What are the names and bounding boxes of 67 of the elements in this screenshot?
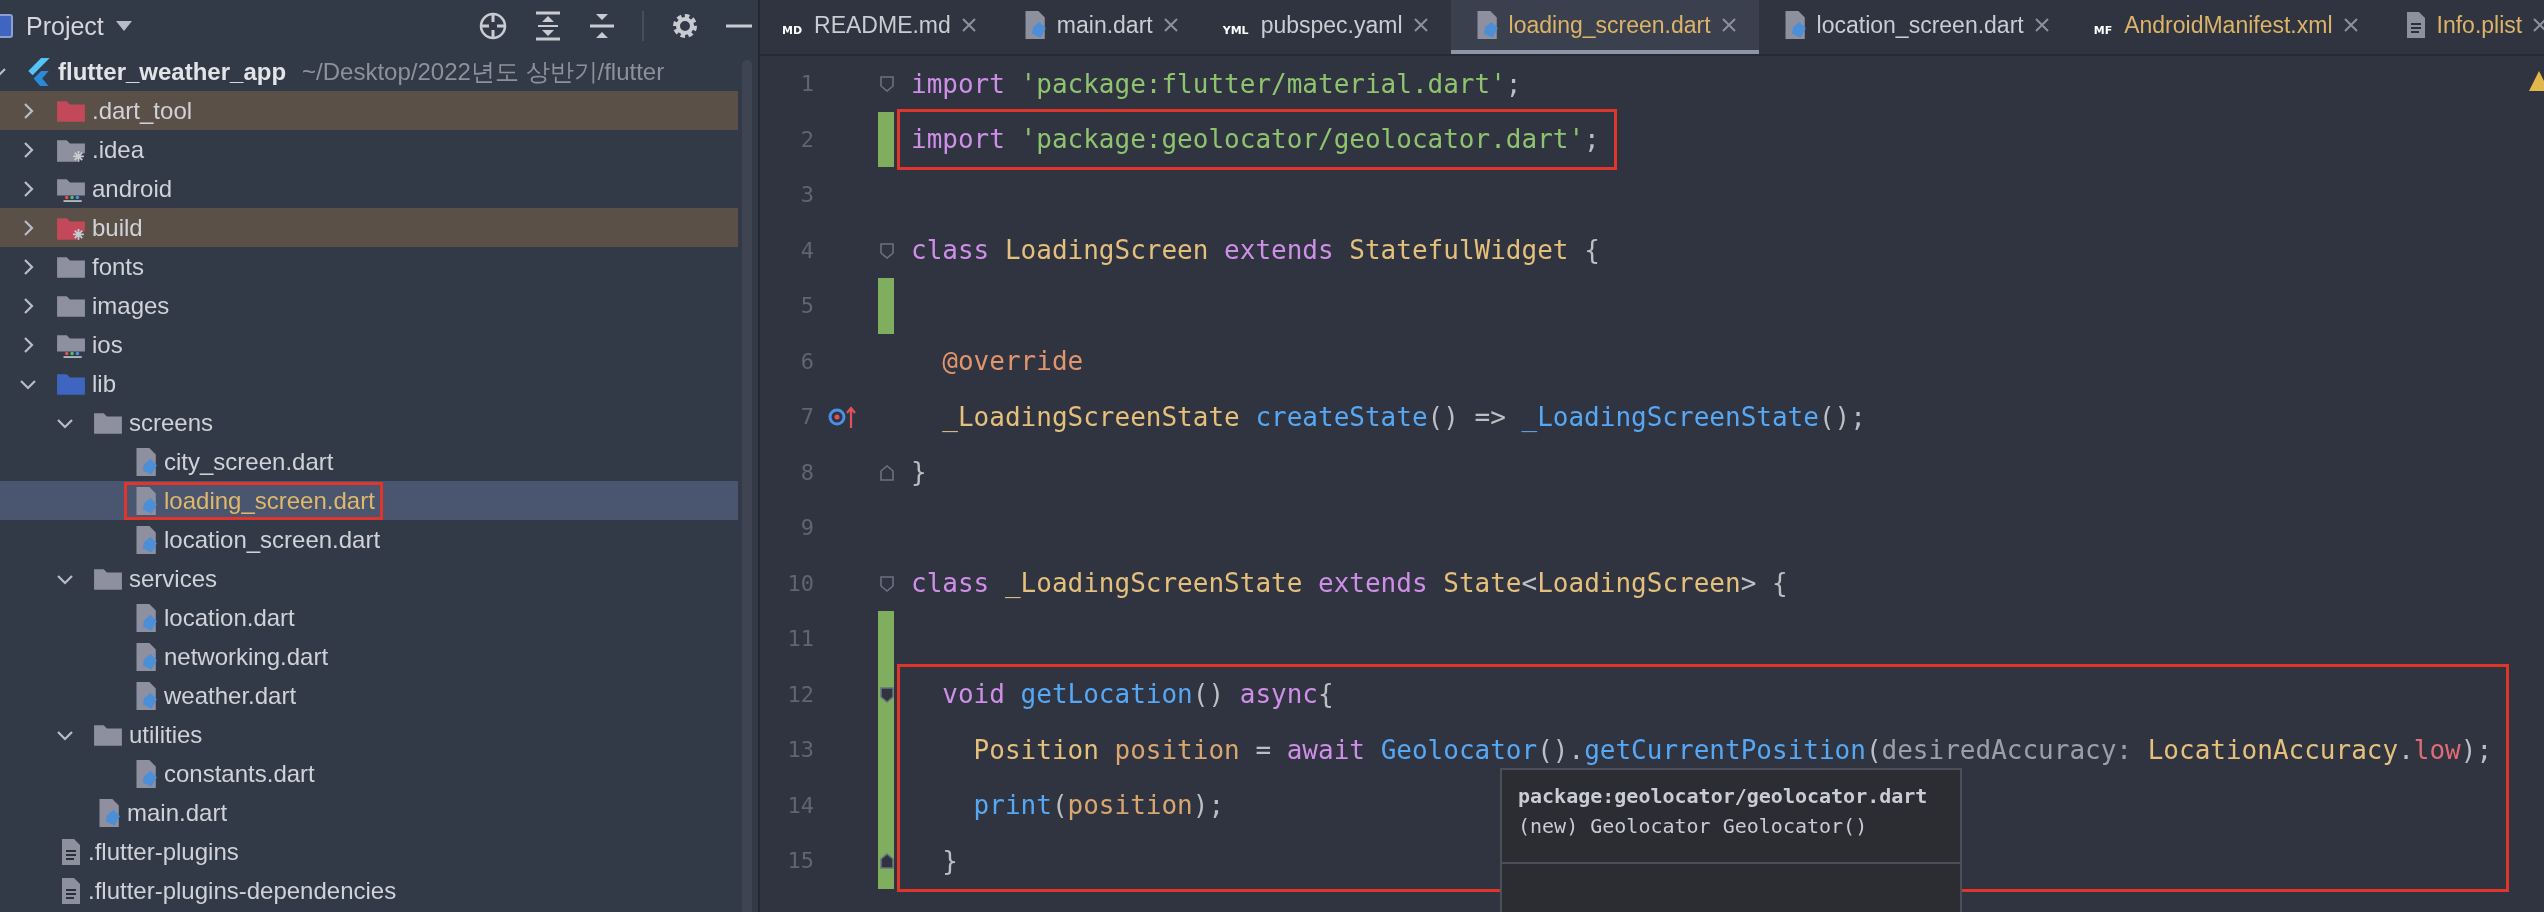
tree-item[interactable]: screens bbox=[0, 403, 738, 442]
editor-tab[interactable]: location_screen.dart bbox=[1758, 0, 2072, 54]
code-line: } bbox=[911, 457, 927, 488]
expand-all-icon[interactable] bbox=[534, 11, 562, 41]
tooltip-text: (new) Geolocator Geolocator() bbox=[1518, 814, 1868, 838]
tree-item[interactable]: android bbox=[0, 169, 738, 208]
editor-tab[interactable]: main.dart bbox=[998, 0, 1201, 54]
tree-item[interactable]: .dart_tool bbox=[0, 91, 738, 130]
fold-icon[interactable] bbox=[880, 464, 894, 481]
file-type-label: MD bbox=[781, 22, 804, 38]
tree-item[interactable]: services bbox=[0, 559, 738, 598]
tooltip-title: package:geolocator/geolocator.dart bbox=[1518, 784, 1929, 808]
tree-item[interactable]: fonts bbox=[0, 247, 738, 286]
tree-item[interactable]: loading_screen.dart bbox=[0, 481, 738, 520]
close-icon[interactable] bbox=[1412, 17, 1429, 33]
code-line: print(position); bbox=[972, 790, 1225, 821]
tree-item[interactable]: location.dart bbox=[0, 598, 738, 637]
tree-item[interactable]: .flutter-plugins-dependencies bbox=[0, 871, 738, 910]
tree-item[interactable]: .flutter-plugins bbox=[0, 832, 738, 871]
warning-icon bbox=[2528, 70, 2544, 92]
tree-item[interactable]: flutter_weather_app ~/Desktop/2022년도 상반기/flutter bbox=[0, 52, 738, 91]
code-line: import 'package:geolocator/geolocator.dart'; bbox=[911, 124, 1600, 155]
editor-tab[interactable]: MF AndroidManifest.xml bbox=[2071, 0, 2381, 54]
fold-icon[interactable] bbox=[880, 242, 894, 259]
fold-icon[interactable] bbox=[880, 686, 894, 703]
close-icon[interactable] bbox=[2532, 17, 2544, 33]
tree-item[interactable]: utilities bbox=[0, 715, 738, 754]
file-type-label: MF bbox=[2092, 22, 2114, 38]
tree-item[interactable]: .idea bbox=[0, 130, 738, 169]
tree-item[interactable]: main.dart bbox=[0, 793, 738, 832]
editor-tab[interactable]: YML pubspec.yaml bbox=[1200, 0, 1451, 54]
dropdown-caret-icon[interactable] bbox=[115, 21, 132, 31]
tree-item[interactable]: weather.dart bbox=[0, 676, 738, 715]
file-type-label: YML bbox=[1221, 22, 1250, 38]
tree-item[interactable]: networking.dart bbox=[0, 637, 738, 676]
tree-item[interactable]: constants.dart bbox=[0, 754, 738, 793]
code-line: import 'package:flutter/material.dart'; bbox=[911, 68, 1522, 99]
code-line: class _LoadingScreenState extends State<LoadingScreen> { bbox=[911, 568, 1788, 599]
code-line: Position position = await Geolocator().getCurrentPosition(desiredAccuracy: LocationAccuracy.low); bbox=[972, 734, 2493, 765]
panel-icon bbox=[0, 13, 14, 39]
panel-title[interactable]: Project bbox=[26, 11, 104, 41]
tree-item[interactable]: ios bbox=[0, 325, 738, 364]
close-icon[interactable] bbox=[2033, 17, 2050, 33]
project-path: ~/Desktop/2022년도 상반기/flutter bbox=[302, 56, 665, 87]
fold-icon[interactable] bbox=[880, 76, 894, 92]
tree-item[interactable]: location_screen.dart bbox=[0, 520, 738, 559]
code-line: void getLocation() async{ bbox=[941, 679, 1334, 710]
editor-tab[interactable]: MD README.md bbox=[760, 0, 999, 54]
collapse-all-icon[interactable] bbox=[588, 11, 616, 41]
fold-icon[interactable] bbox=[880, 575, 894, 592]
close-icon[interactable] bbox=[2342, 17, 2359, 33]
editor-tab[interactable]: Info.plist bbox=[2380, 0, 2544, 54]
editor-tab[interactable]: loading_screen.dart bbox=[1450, 0, 1759, 54]
tree-item[interactable]: images bbox=[0, 286, 738, 325]
locate-icon[interactable] bbox=[478, 11, 508, 41]
code-line: } bbox=[941, 845, 958, 876]
close-icon[interactable] bbox=[1720, 17, 1737, 33]
close-icon[interactable] bbox=[960, 17, 977, 33]
code-line: _LoadingScreenState createState() => _LoadingScreenState(); bbox=[941, 401, 1866, 432]
close-icon[interactable] bbox=[1162, 17, 1179, 33]
tree-item[interactable]: city_screen.dart bbox=[0, 442, 738, 481]
tree-item[interactable]: build bbox=[0, 208, 738, 247]
code-line: class LoadingScreen extends StatefulWidget { bbox=[911, 235, 1600, 266]
tree-item[interactable]: lib bbox=[0, 364, 738, 403]
settings-icon[interactable] bbox=[670, 11, 700, 41]
code-line: @override bbox=[941, 346, 1084, 377]
flutter-logo-icon bbox=[26, 56, 52, 87]
